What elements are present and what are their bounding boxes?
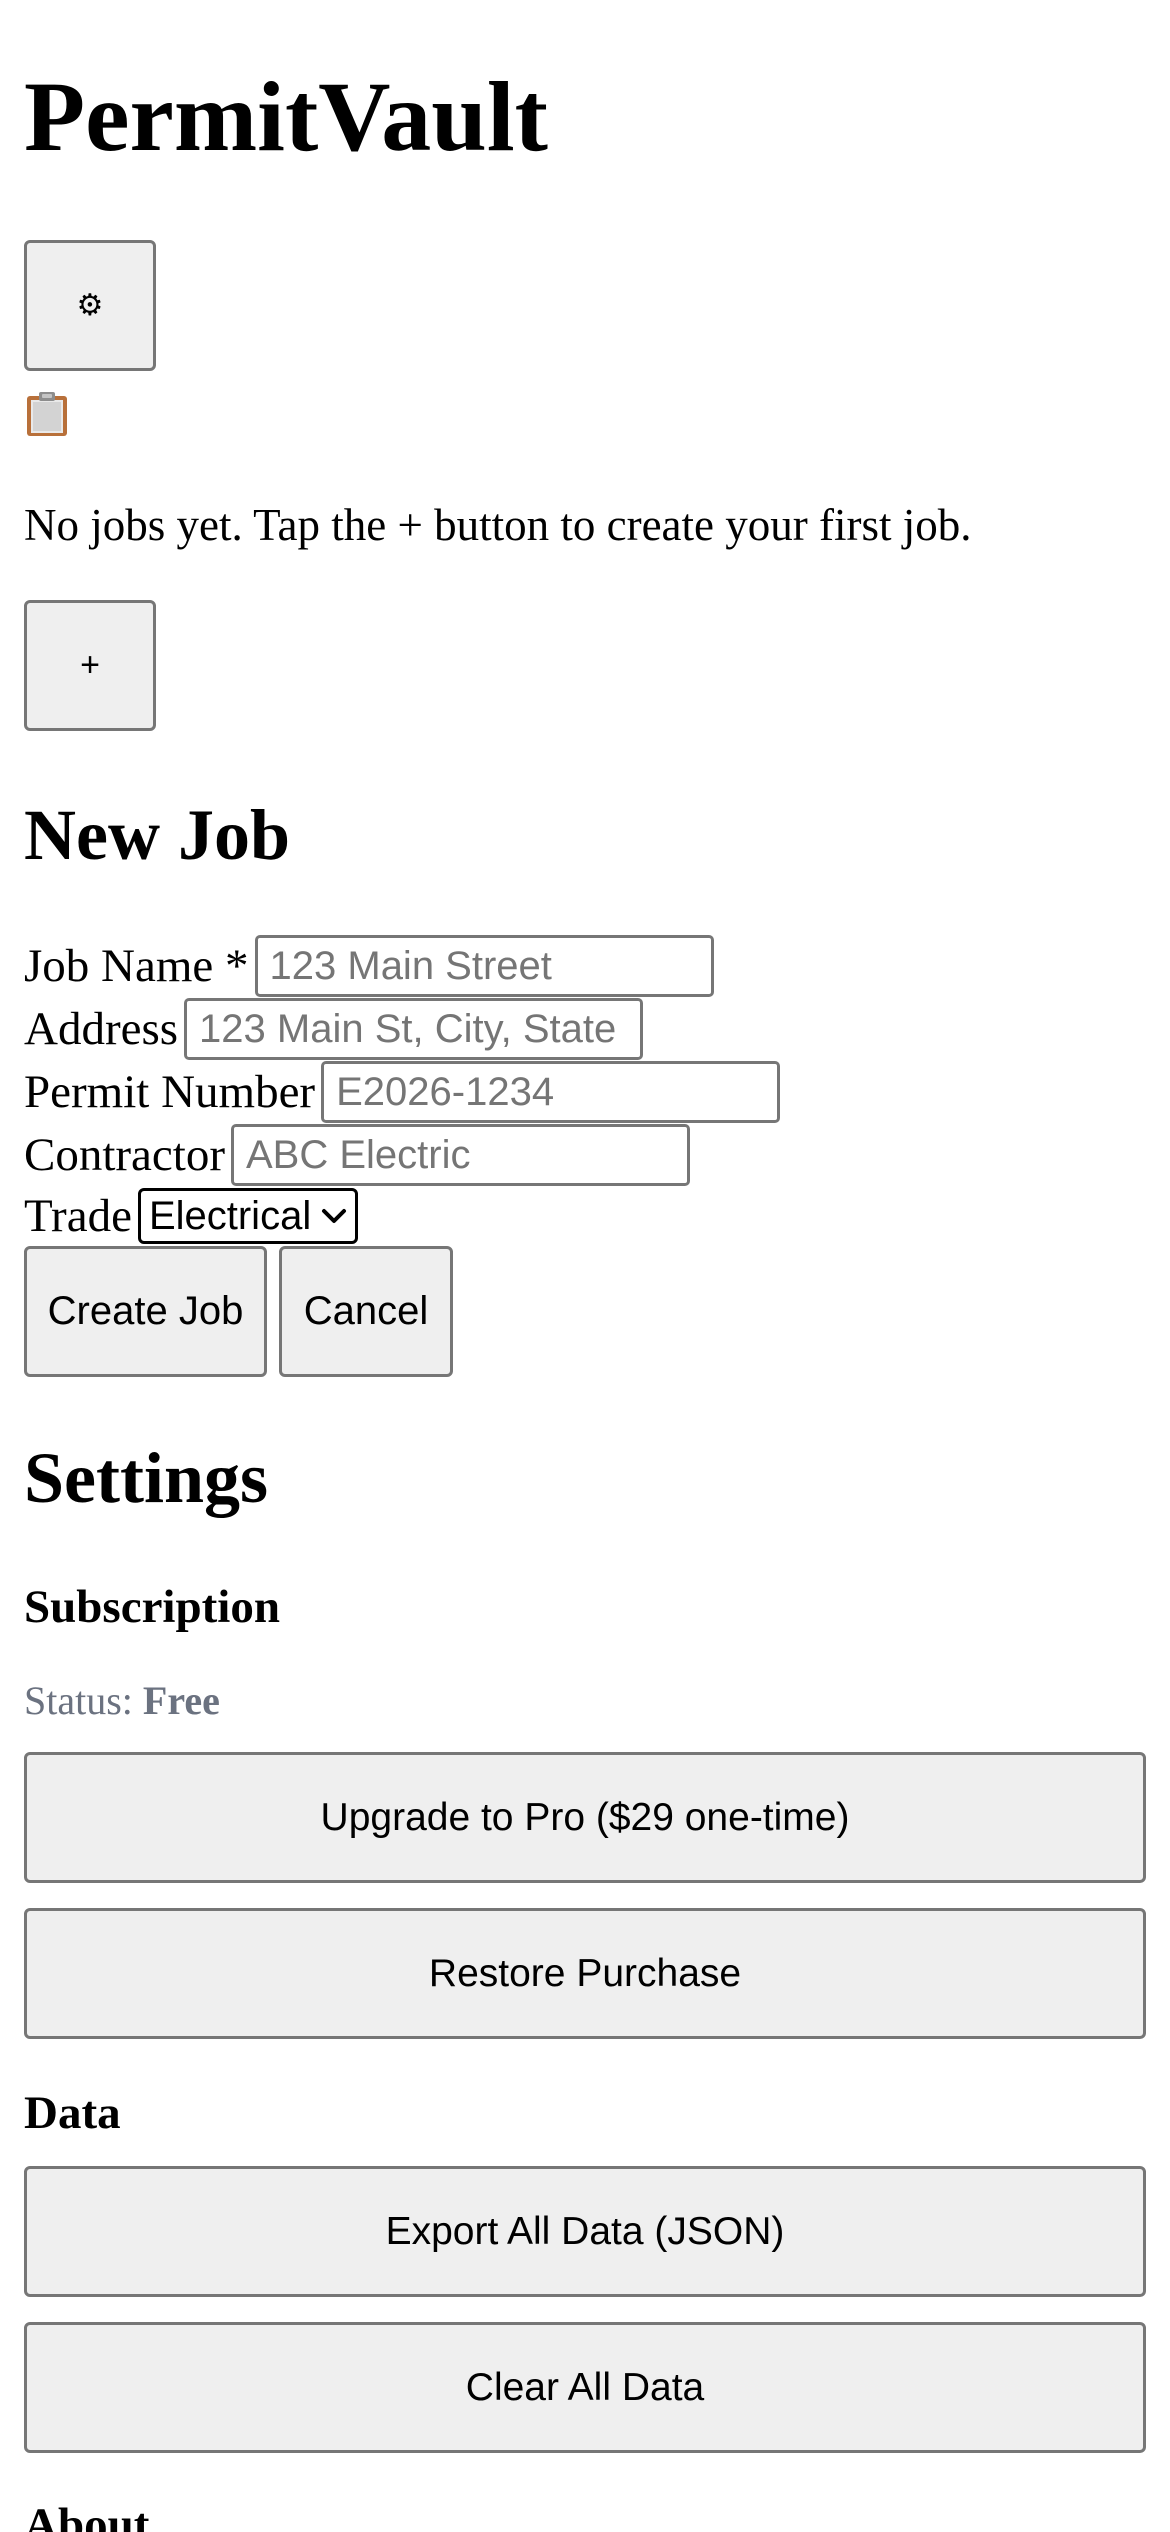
job-name-label: Job Name * <box>24 940 249 992</box>
address-row: Address <box>24 998 644 1060</box>
new-job-title: New Job <box>24 795 290 875</box>
trade-selected-value: Electrical <box>148 1193 312 1238</box>
permit-number-row: Permit Number <box>24 1061 781 1123</box>
upgrade-to-pro-button[interactable]: Upgrade to Pro ($29 one-time) <box>24 1752 1146 1883</box>
about-heading: About <box>24 2499 150 2532</box>
trade-select[interactable]: Electrical <box>137 1188 359 1244</box>
job-name-input[interactable] <box>254 935 714 997</box>
export-data-button[interactable]: Export All Data (JSON) <box>24 2166 1146 2297</box>
permit-number-label: Permit Number <box>24 1066 316 1118</box>
subscription-heading: Subscription <box>24 1581 280 1633</box>
chevron-down-icon <box>322 1209 347 1223</box>
permit-number-input[interactable] <box>321 1061 781 1123</box>
data-heading: Data <box>24 2087 121 2139</box>
status-value: Free <box>142 1678 220 1723</box>
job-name-row: Job Name * <box>24 935 714 997</box>
create-job-button[interactable]: Create Job <box>24 1246 267 1377</box>
status-label: Status: <box>24 1678 133 1723</box>
settings-title: Settings <box>24 1438 269 1518</box>
clipboard-icon <box>27 392 67 436</box>
app-title: PermitVault <box>24 61 548 172</box>
address-label: Address <box>24 1003 179 1055</box>
gear-icon: ⚙ <box>76 289 104 322</box>
restore-purchase-button[interactable]: Restore Purchase <box>24 1908 1146 2039</box>
clear-data-button[interactable]: Clear All Data <box>24 2322 1146 2453</box>
trade-label: Trade <box>24 1190 132 1242</box>
trade-row: Trade Electrical <box>24 1185 359 1247</box>
address-input[interactable] <box>184 998 644 1060</box>
contractor-input[interactable] <box>231 1124 690 1186</box>
contractor-label: Contractor <box>24 1129 225 1181</box>
cancel-button[interactable]: Cancel <box>279 1246 453 1377</box>
settings-button[interactable]: ⚙ <box>24 240 156 371</box>
contractor-row: Contractor <box>24 1124 690 1186</box>
empty-jobs-message: No jobs yet. Tap the + button to create … <box>24 500 972 550</box>
add-job-button[interactable]: + <box>24 600 156 731</box>
subscription-status: Status: Free <box>24 1674 220 1728</box>
